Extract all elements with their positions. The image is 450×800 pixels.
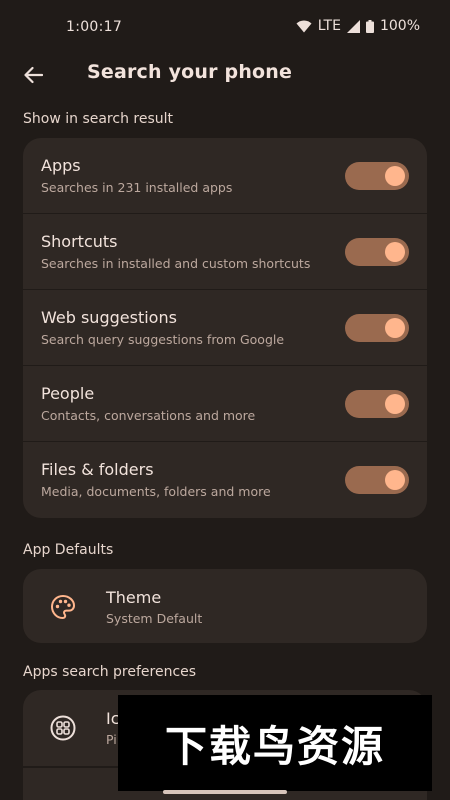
palette-icon	[50, 594, 76, 620]
status-icons: LTE 100%	[296, 18, 420, 34]
section-header-show-in-search: Show in search result	[23, 111, 174, 127]
arrow-back-icon	[24, 66, 43, 84]
shortcuts-toggle[interactable]	[345, 238, 409, 266]
theme-title: Theme	[106, 588, 162, 607]
setting-row-people[interactable]: People Contacts, conversations and more	[23, 366, 427, 442]
toggle-knob	[385, 242, 405, 262]
apps-toggle[interactable]	[345, 162, 409, 190]
section-header-apps-search-preferences: Apps search preferences	[23, 664, 197, 680]
icon-pack-icon	[50, 715, 76, 741]
toggle-knob	[385, 166, 405, 186]
setting-row-apps[interactable]: Apps Searches in 231 installed apps	[23, 138, 427, 214]
wifi-icon	[296, 20, 312, 32]
setting-title: Web suggestions	[41, 308, 177, 327]
network-type: LTE	[317, 18, 341, 34]
app-bar: Search your phone	[0, 52, 450, 98]
setting-title: People	[41, 384, 95, 403]
setting-row-web-suggestions[interactable]: Web suggestions Search query suggestions…	[23, 290, 427, 366]
theme-subtitle: System Default	[106, 611, 203, 626]
page-title: Search your phone	[87, 61, 293, 83]
setting-row-files-folders[interactable]: Files & folders Media, documents, folder…	[23, 442, 427, 518]
battery-icon	[365, 19, 374, 33]
setting-subtitle: Media, documents, folders and more	[41, 484, 271, 499]
watermark-text: 下载鸟资源	[164, 721, 385, 771]
setting-subtitle: Searches in installed and custom shortcu…	[41, 256, 311, 271]
setting-title: Files & folders	[41, 460, 154, 479]
signal-icon	[346, 19, 360, 33]
setting-subtitle: Searches in 231 installed apps	[41, 180, 233, 195]
section-header-app-defaults: App Defaults	[23, 542, 114, 558]
back-button[interactable]	[18, 60, 48, 90]
status-time: 1:00:17	[66, 19, 123, 35]
web-suggestions-toggle[interactable]	[345, 314, 409, 342]
toggle-knob	[385, 318, 405, 338]
people-toggle[interactable]	[345, 390, 409, 418]
setting-subtitle: Contacts, conversations and more	[41, 408, 256, 423]
battery-level: 100%	[379, 18, 420, 34]
icon-pack-subtitle: Pi	[106, 732, 117, 747]
gesture-nav-bar[interactable]	[163, 790, 287, 794]
app-defaults-card: Theme System Default	[23, 569, 427, 643]
search-sources-card: Apps Searches in 231 installed apps Shor…	[23, 138, 427, 518]
setting-title: Shortcuts	[41, 232, 118, 251]
status-bar: 1:00:17 LTE 100%	[0, 0, 450, 56]
setting-row-shortcuts[interactable]: Shortcuts Searches in installed and cust…	[23, 214, 427, 290]
toggle-knob	[385, 470, 405, 490]
setting-title: Apps	[41, 156, 81, 175]
watermark-overlay: 下载鸟资源	[118, 695, 432, 791]
theme-setting[interactable]: Theme System Default	[23, 569, 427, 643]
setting-subtitle: Search query suggestions from Google	[41, 332, 285, 347]
files-folders-toggle[interactable]	[345, 466, 409, 494]
toggle-knob	[385, 394, 405, 414]
